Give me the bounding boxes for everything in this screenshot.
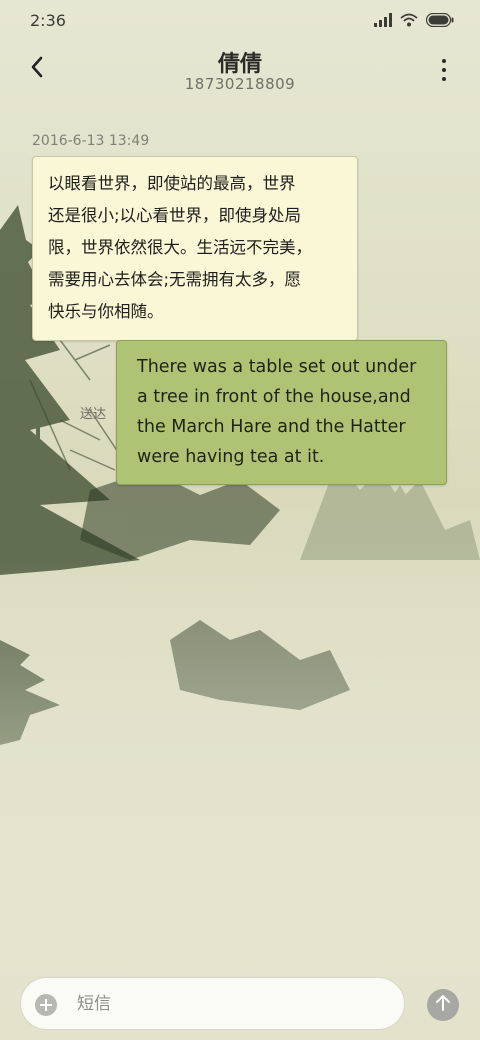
status-icons xyxy=(374,12,454,31)
message-timestamp: 2016-6-13 13:49 xyxy=(32,133,150,149)
more-vertical-icon xyxy=(442,77,446,81)
signal-icon xyxy=(374,12,392,31)
message-line: 需要用心去体会;无需拥有太多，愿 xyxy=(48,270,302,289)
wifi-icon xyxy=(400,12,418,31)
plus-circle-icon[interactable] xyxy=(35,994,57,1016)
status-bar: 2:36 xyxy=(0,0,480,40)
arrow-up-icon xyxy=(435,994,451,1016)
more-options-button[interactable] xyxy=(434,56,454,84)
message-line: There was a table set out under xyxy=(137,357,417,377)
more-vertical-icon xyxy=(442,59,446,63)
more-vertical-icon xyxy=(442,68,446,72)
message-line: 以眼看世界，即使站的最高，世界 xyxy=(48,174,296,193)
message-line: 还是很小;以心看世界，即使身处局 xyxy=(48,206,302,225)
message-line: 快乐与你相随。 xyxy=(48,302,164,321)
send-button[interactable] xyxy=(427,989,459,1021)
message-line: 限，世界依然很大。生活远不完美， xyxy=(48,238,312,257)
message-line: a tree in front of the house,and xyxy=(137,387,411,407)
message-input[interactable] xyxy=(77,990,387,1018)
compose-bar xyxy=(20,977,405,1030)
outgoing-message-bubble[interactable]: There was a table set out under a tree i… xyxy=(116,340,447,485)
contact-number: 18730218809 xyxy=(184,75,296,93)
battery-icon xyxy=(425,12,454,31)
delivery-status: 送达 xyxy=(80,407,107,422)
incoming-message-bubble[interactable]: 以眼看世界，即使站的最高，世界 还是很小;以心看世界，即使身处局 限，世界依然很… xyxy=(32,156,358,341)
contact-name: 倩倩 xyxy=(217,52,262,77)
conversation-header: 倩倩 18730218809 xyxy=(0,40,480,102)
status-time: 2:36 xyxy=(30,11,66,30)
message-line: were having tea at it. xyxy=(137,447,325,467)
message-line: the March Hare and the Hatter xyxy=(137,417,406,437)
